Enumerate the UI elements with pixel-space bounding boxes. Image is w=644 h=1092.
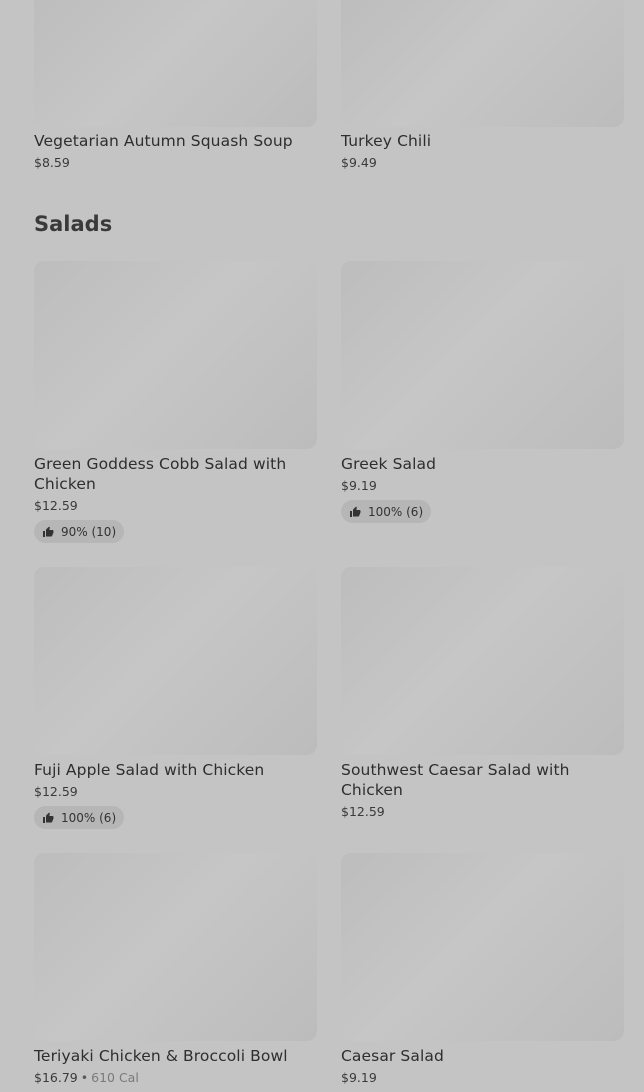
item-meta: $16.79 • 610 Cal (34, 1069, 317, 1087)
rating-badge: 90% (10) (34, 520, 125, 543)
rating-badge: 100% (6) (341, 500, 432, 523)
item-image (34, 853, 317, 1041)
menu-item-card[interactable]: Vegetarian Autumn Squash Soup $8.59 (34, 0, 317, 172)
item-name: Greek Salad (341, 455, 437, 473)
item-image (34, 567, 317, 755)
menu-item-card[interactable]: Fuji Apple Salad with Chicken $12.59 100… (34, 567, 317, 829)
thumbs-up-icon (350, 506, 361, 517)
item-price: $9.19 (341, 1070, 377, 1085)
rating-text: 90% (10) (61, 524, 117, 539)
item-name: Southwest Caesar Salad with Chicken (341, 761, 570, 799)
item-price: $8.59 (34, 155, 70, 170)
menu-item-card[interactable]: Southwest Caesar Salad with Chicken $12.… (341, 567, 624, 821)
menu-item-card[interactable]: Teriyaki Chicken & Broccoli Bowl $16.79 •… (34, 853, 317, 1087)
item-price: $12.59 (34, 498, 78, 513)
thumbs-up-icon (43, 812, 54, 823)
item-price: $12.59 (34, 784, 78, 799)
menu-item-card[interactable]: Caesar Salad $9.19 (341, 853, 624, 1087)
rating-text: 100% (6) (368, 504, 424, 519)
thumbs-up-icon (43, 526, 54, 537)
item-image (341, 567, 624, 755)
item-image (341, 0, 624, 127)
rating-text: 100% (6) (61, 810, 117, 825)
item-name: Caesar Salad (341, 1047, 444, 1065)
item-image (34, 0, 317, 127)
meta-separator: • (80, 1070, 89, 1085)
item-price: $16.79 (34, 1070, 78, 1085)
item-name: Green Goddess Cobb Salad with Chicken (34, 455, 287, 493)
section-title: Salads (34, 212, 113, 236)
item-name: Vegetarian Autumn Squash Soup (34, 132, 293, 150)
item-price: $12.59 (341, 804, 385, 819)
item-image (341, 261, 624, 449)
item-image (341, 853, 624, 1041)
item-price: $9.19 (341, 478, 377, 493)
item-image (34, 261, 317, 449)
menu-page: Vegetarian Autumn Squash Soup $8.59 Turk… (0, 0, 644, 1092)
menu-item-card[interactable]: Turkey Chili $9.49 (341, 0, 624, 172)
item-name: Fuji Apple Salad with Chicken (34, 761, 265, 779)
item-price: $9.49 (341, 155, 377, 170)
menu-item-card[interactable]: Greek Salad $9.19 100% (6) (341, 261, 624, 523)
item-calories: 610 Cal (91, 1070, 139, 1085)
item-name: Teriyaki Chicken & Broccoli Bowl (34, 1047, 288, 1065)
menu-item-card[interactable]: Green Goddess Cobb Salad with Chicken $1… (34, 261, 317, 543)
item-name: Turkey Chili (341, 132, 432, 150)
rating-badge: 100% (6) (34, 806, 125, 829)
